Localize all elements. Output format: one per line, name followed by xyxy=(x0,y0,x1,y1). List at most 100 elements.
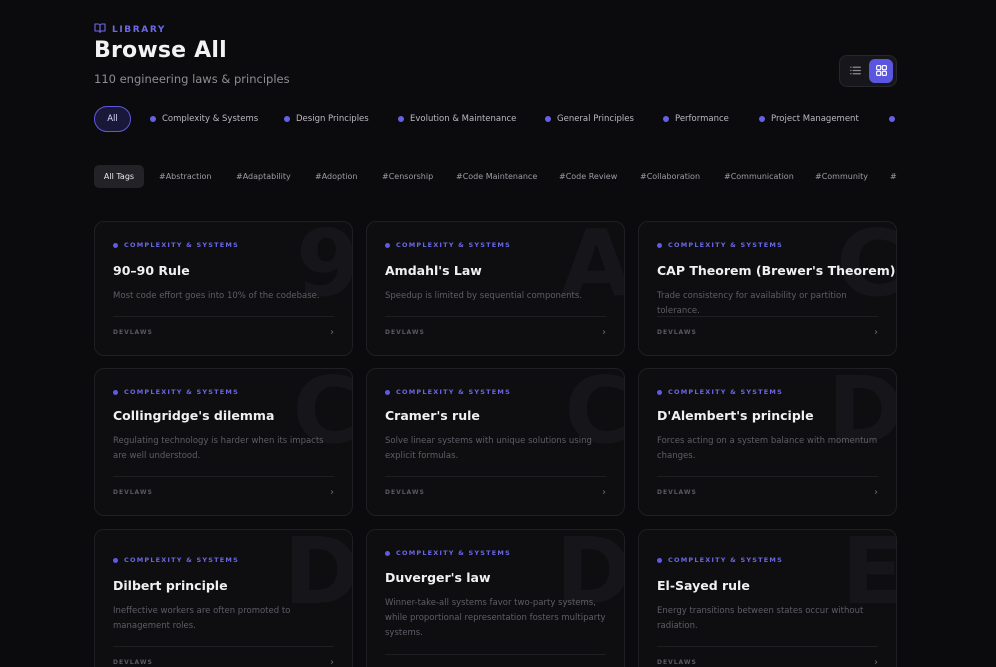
card-category-label: COMPLEXITY & SYSTEMS xyxy=(396,241,511,249)
category-dot-icon xyxy=(398,116,404,122)
category-dot-icon xyxy=(657,389,662,395)
card-brand: DEVLAWS xyxy=(657,659,697,666)
card-brand: DEVLAWS xyxy=(385,329,425,336)
grid-view-button[interactable] xyxy=(869,59,893,83)
category-pill[interactable]: Complexity & Systems xyxy=(150,106,258,132)
chevron-right-icon[interactable]: › xyxy=(602,487,606,498)
chevron-right-icon[interactable]: › xyxy=(874,487,878,498)
category-pill[interactable]: General Principles xyxy=(545,106,634,132)
card-divider xyxy=(657,476,878,477)
card-description: Ineffective workers are often promoted t… xyxy=(113,606,291,631)
card-title: D'Alembert's principle xyxy=(657,408,814,423)
category-all-pill[interactable]: All xyxy=(94,106,131,132)
law-card[interactable]: C COMPLEXITY & SYSTEMS Cramer's rule Sol… xyxy=(366,368,625,516)
tag-pill[interactable]: #Community xyxy=(815,165,868,188)
card-description: Trade consistency for availability or pa… xyxy=(657,291,847,316)
card-category: COMPLEXITY & SYSTEMS xyxy=(113,241,239,249)
law-card[interactable]: D COMPLEXITY & SYSTEMS Dilbert principle… xyxy=(94,529,353,667)
law-card[interactable]: A COMPLEXITY & SYSTEMS Amdahl's Law Spee… xyxy=(366,221,625,356)
chevron-right-icon[interactable]: › xyxy=(874,657,878,667)
law-card[interactable]: E COMPLEXITY & SYSTEMS El-Sayed rule Ene… xyxy=(638,529,897,667)
category-pill[interactable]: Project Management xyxy=(759,106,859,132)
library-eyebrow: LIBRARY xyxy=(94,22,166,37)
category-dot-icon xyxy=(284,116,290,122)
card-divider xyxy=(113,476,334,477)
tag-pill[interactable]: #Censorship xyxy=(382,165,433,188)
card-footer: DEVLAWS › xyxy=(113,327,334,338)
card-footer: DEVLAWS › xyxy=(657,657,878,667)
card-category-label: COMPLEXITY & SYSTEMS xyxy=(396,549,511,557)
card-description: Most code effort goes into 10% of the co… xyxy=(113,291,320,301)
card-category: COMPLEXITY & SYSTEMS xyxy=(113,388,239,396)
card-divider xyxy=(385,654,606,655)
grid-icon xyxy=(875,62,888,81)
card-category: COMPLEXITY & SYSTEMS xyxy=(385,549,511,557)
chevron-right-icon[interactable]: › xyxy=(330,327,334,338)
category-label: Project Management xyxy=(771,114,859,124)
card-category-label: COMPLEXITY & SYSTEMS xyxy=(668,556,783,564)
chevron-right-icon[interactable]: › xyxy=(330,657,334,667)
law-card[interactable]: C COMPLEXITY & SYSTEMS Collingridge's di… xyxy=(94,368,353,516)
card-description: Solve linear systems with unique solutio… xyxy=(385,436,592,461)
card-footer: DEVLAWS › xyxy=(385,327,606,338)
category-dot-icon xyxy=(385,389,390,395)
page-subtitle: 110 engineering laws & principles xyxy=(94,72,290,86)
category-dot-icon xyxy=(385,242,390,248)
card-divider xyxy=(385,316,606,317)
list-icon xyxy=(849,62,862,81)
category-label: Performance xyxy=(675,114,729,124)
card-footer: DEVLAWS › xyxy=(657,327,878,338)
page: LIBRARY Browse All 110 engineering laws … xyxy=(0,0,996,667)
category-pill[interactable]: Design Principles xyxy=(284,106,369,132)
card-brand: DEVLAWS xyxy=(385,489,425,496)
tag-all-pill[interactable]: All Tags xyxy=(94,165,144,188)
list-view-button[interactable] xyxy=(843,59,867,83)
card-brand: DEVLAWS xyxy=(113,659,153,666)
law-card[interactable]: C COMPLEXITY & SYSTEMS CAP Theorem (Brew… xyxy=(638,221,897,356)
card-title: Cramer's rule xyxy=(385,408,480,423)
category-dot-icon xyxy=(113,242,118,248)
chevron-right-icon[interactable]: › xyxy=(874,327,878,338)
category-dot-icon xyxy=(657,557,662,563)
chevron-right-icon[interactable]: › xyxy=(330,487,334,498)
card-category-label: COMPLEXITY & SYSTEMS xyxy=(668,241,783,249)
category-dot-icon xyxy=(889,116,895,122)
card-description: Forces acting on a system balance with m… xyxy=(657,436,878,461)
card-brand: DEVLAWS xyxy=(657,489,697,496)
card-category-label: COMPLEXITY & SYSTEMS xyxy=(124,556,239,564)
view-toggle xyxy=(839,55,897,87)
law-card[interactable]: D COMPLEXITY & SYSTEMS D'Alembert's prin… xyxy=(638,368,897,516)
category-dot-icon xyxy=(657,242,662,248)
tag-pill[interactable]: #Code Maintenance xyxy=(456,165,537,188)
category-pill[interactable]: Performance xyxy=(663,106,729,132)
card-title: El-Sayed rule xyxy=(657,578,750,593)
category-dot-icon xyxy=(545,116,551,122)
law-card[interactable]: 9 COMPLEXITY & SYSTEMS 90–90 Rule Most c… xyxy=(94,221,353,356)
category-dot-icon xyxy=(113,557,118,563)
category-pill-partial[interactable] xyxy=(889,106,895,132)
chevron-right-icon[interactable]: › xyxy=(602,327,606,338)
tag-pill[interactable]: #Abstraction xyxy=(159,165,211,188)
category-label: General Principles xyxy=(557,114,634,124)
card-category: COMPLEXITY & SYSTEMS xyxy=(657,556,783,564)
category-dot-icon xyxy=(385,550,390,556)
category-label: Complexity & Systems xyxy=(162,114,259,124)
tag-pill[interactable]: #Communication xyxy=(724,165,794,188)
law-card[interactable]: D COMPLEXITY & SYSTEMS Duverger's law Wi… xyxy=(366,529,625,667)
card-category-label: COMPLEXITY & SYSTEMS xyxy=(396,388,511,396)
card-divider xyxy=(113,316,334,317)
card-divider xyxy=(385,476,606,477)
category-dot-icon xyxy=(663,116,669,122)
tag-pill[interactable]: #Code Review xyxy=(559,165,617,188)
card-brand: DEVLAWS xyxy=(657,329,697,336)
card-description: Regulating technology is harder when its… xyxy=(113,436,324,461)
tag-pill[interactable]: #C xyxy=(890,165,897,188)
tag-pill[interactable]: #Adoption xyxy=(315,165,357,188)
category-pill[interactable]: Evolution & Maintenance xyxy=(398,106,516,132)
page-title: Browse All xyxy=(94,38,227,63)
card-category: COMPLEXITY & SYSTEMS xyxy=(385,241,511,249)
category-dot-icon xyxy=(150,116,156,122)
card-brand: DEVLAWS xyxy=(113,329,153,336)
tag-pill[interactable]: #Adaptability xyxy=(236,165,291,188)
tag-pill[interactable]: #Collaboration xyxy=(640,165,700,188)
